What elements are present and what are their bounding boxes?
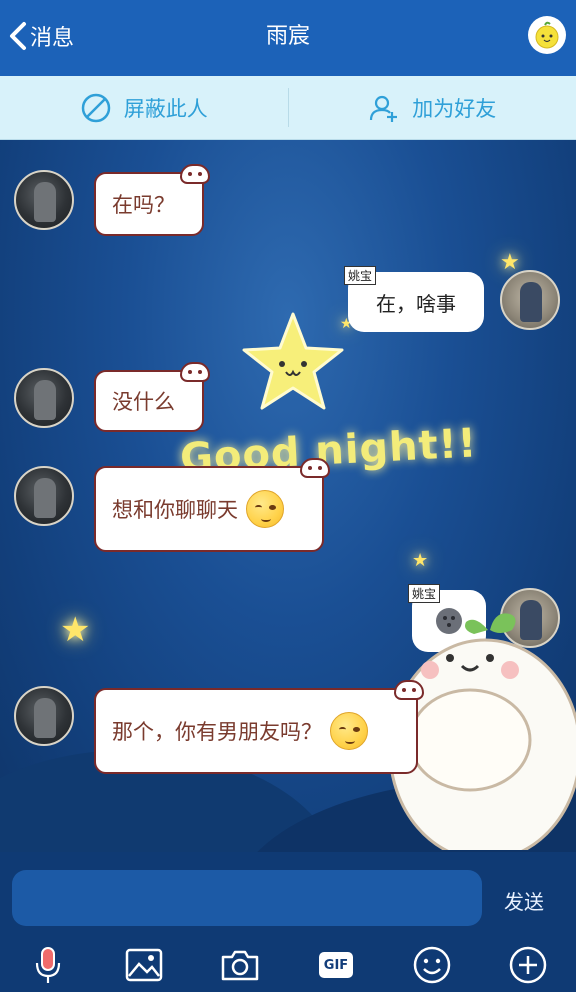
- chat-title: 雨宸: [265, 24, 310, 49]
- input-toolbar: GIF: [0, 938, 576, 992]
- nickname-tag: 姚宝: [344, 266, 377, 285]
- send-button[interactable]: 发送: [504, 886, 544, 915]
- plus-icon: [509, 946, 547, 984]
- voice-button[interactable]: [26, 943, 70, 987]
- add-friend-button[interactable]: 加为好友: [289, 76, 576, 139]
- gif-icon: GIF: [319, 952, 353, 978]
- more-button[interactable]: [506, 943, 550, 987]
- emoji-button[interactable]: [410, 943, 454, 987]
- my-avatar[interactable]: [500, 270, 560, 330]
- message-bubble[interactable]: 想和你聊聊天: [94, 458, 330, 552]
- shy-smile-emoji-icon: [330, 712, 368, 750]
- message-text: 在，啥事: [376, 291, 456, 316]
- emoji-icon: [413, 946, 451, 984]
- mascot-avatar[interactable]: [528, 16, 566, 54]
- message-text: 没什么: [112, 390, 175, 414]
- message-bubble[interactable]: 那个，你有男朋友吗？: [94, 680, 424, 774]
- shy-smile-emoji-icon: [246, 490, 284, 528]
- microphone-icon: [35, 947, 61, 983]
- block-user-button[interactable]: 屏蔽此人: [0, 76, 288, 139]
- input-area: 发送 GIF: [0, 852, 576, 992]
- bun-decoration: [394, 680, 424, 700]
- contact-avatar[interactable]: [14, 466, 74, 526]
- image-button[interactable]: [122, 943, 166, 987]
- add-friend-icon: [370, 95, 398, 122]
- chat-header: 消息 雨宸: [0, 0, 576, 76]
- message-text: 在吗？: [112, 193, 175, 217]
- message-bubble[interactable]: 在吗？: [94, 164, 210, 236]
- add-friend-label: 加为好友: [412, 96, 497, 121]
- my-message-bubble[interactable]: 姚宝 在，啥事: [344, 266, 484, 332]
- camera-icon: [221, 950, 259, 981]
- bun-decoration: [180, 164, 210, 184]
- block-user-label: 屏蔽此人: [123, 96, 208, 121]
- message-text: 那个，你有男朋友吗？: [112, 720, 322, 744]
- stranger-action-bar: 屏蔽此人 加为好友: [0, 76, 576, 140]
- message-input[interactable]: [12, 870, 482, 926]
- egg-mascot-icon: [535, 21, 559, 49]
- contact-avatar[interactable]: [14, 686, 74, 746]
- message-text: 想和你聊聊天: [112, 498, 238, 522]
- star-decoration: ★: [412, 550, 429, 571]
- image-icon: [125, 948, 163, 982]
- gif-button[interactable]: GIF: [314, 943, 358, 987]
- contact-avatar[interactable]: [14, 368, 74, 428]
- star-decoration: ★: [60, 610, 91, 650]
- star-decoration: ★: [500, 250, 520, 275]
- camera-button[interactable]: [218, 943, 262, 987]
- message-bubble[interactable]: 没什么: [94, 362, 210, 432]
- bun-decoration: [300, 458, 330, 478]
- contact-avatar[interactable]: [14, 170, 74, 230]
- bun-decoration: [180, 362, 210, 382]
- block-icon: [81, 93, 110, 122]
- smiling-star-illustration: [242, 312, 344, 410]
